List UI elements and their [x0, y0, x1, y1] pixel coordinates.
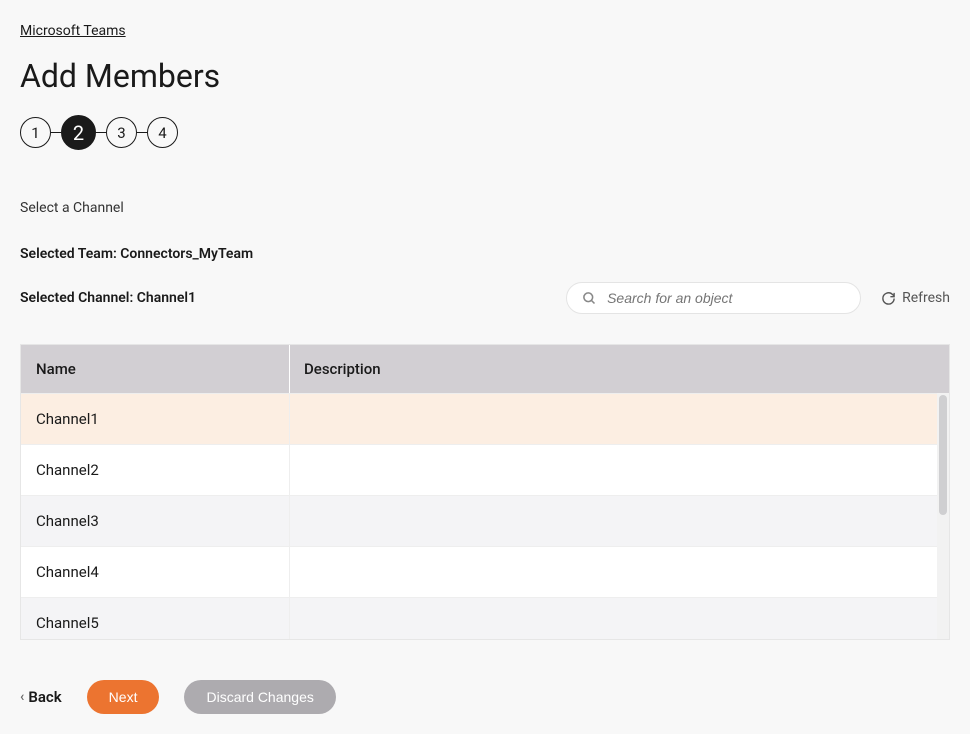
back-label: Back	[28, 688, 61, 706]
step-1[interactable]: 1	[20, 117, 51, 148]
cell-name: Channel1	[21, 394, 289, 444]
table-header: Name Description	[21, 345, 949, 393]
refresh-button[interactable]: Refresh	[881, 290, 950, 306]
cell-description	[289, 547, 949, 597]
breadcrumb-link[interactable]: Microsoft Teams	[20, 23, 126, 39]
chevron-left-icon: ‹	[20, 689, 24, 705]
step-3[interactable]: 3	[106, 117, 137, 148]
refresh-label: Refresh	[902, 290, 950, 306]
next-button[interactable]: Next	[87, 680, 160, 714]
cell-name: Channel4	[21, 547, 289, 597]
table-row[interactable]: Channel4	[21, 546, 949, 597]
scrollbar-thumb[interactable]	[939, 395, 947, 515]
search-icon	[582, 291, 597, 306]
table-row[interactable]: Channel2	[21, 444, 949, 495]
subheading: Select a Channel	[20, 200, 950, 216]
channel-table: Name Description Channel1Channel2Channel…	[20, 344, 950, 640]
cell-description	[289, 598, 949, 640]
cell-name: Channel3	[21, 496, 289, 546]
refresh-icon	[881, 291, 896, 306]
stepper: 1234	[20, 115, 950, 150]
cell-name: Channel2	[21, 445, 289, 495]
selected-channel: Selected Channel: Channel1	[20, 290, 196, 306]
cell-description	[289, 445, 949, 495]
step-2[interactable]: 2	[61, 115, 96, 150]
page-title: Add Members	[20, 57, 950, 95]
cell-description	[289, 394, 949, 444]
selected-team: Selected Team: Connectors_MyTeam	[20, 246, 950, 262]
cell-name: Channel5	[21, 598, 289, 640]
table-row[interactable]: Channel3	[21, 495, 949, 546]
discard-button[interactable]: Discard Changes	[184, 680, 335, 714]
cell-description	[289, 496, 949, 546]
table-row[interactable]: Channel5	[21, 597, 949, 640]
back-button[interactable]: ‹ Back	[20, 688, 62, 706]
col-name[interactable]: Name	[21, 345, 289, 393]
step-4[interactable]: 4	[147, 117, 178, 148]
search-input[interactable]	[607, 290, 845, 306]
scrollbar[interactable]	[937, 393, 949, 639]
search-box[interactable]	[566, 282, 861, 314]
col-description[interactable]: Description	[289, 345, 949, 393]
table-row[interactable]: Channel1	[21, 393, 949, 444]
